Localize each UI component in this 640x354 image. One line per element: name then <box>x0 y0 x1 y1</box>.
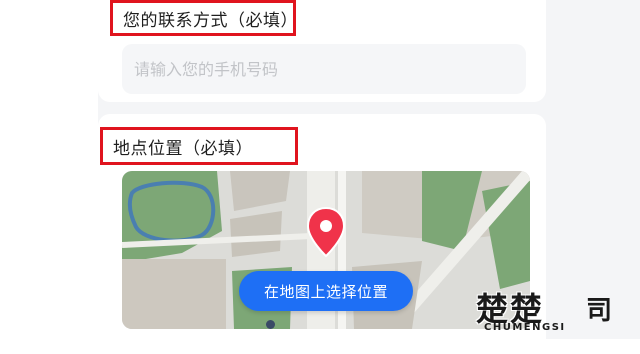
watermark-logo: 楚楚 司 CHUMENGSI <box>470 284 630 336</box>
map-handle-dot <box>266 320 275 329</box>
watermark-logo-char: 司 <box>586 296 613 326</box>
left-margin <box>0 0 98 339</box>
location-label: 地点位置（必填） <box>100 127 298 165</box>
contact-label-text: 您的联系方式（必填） <box>123 10 298 31</box>
phone-input[interactable] <box>122 44 526 94</box>
location-pin-icon <box>306 206 346 258</box>
watermark-subtitle: CHUMENGSI <box>484 322 566 333</box>
select-on-map-button[interactable]: 在地图上选择位置 <box>239 271 413 311</box>
location-label-text: 地点位置（必填） <box>113 138 253 159</box>
contact-label: 您的联系方式（必填） <box>110 0 298 36</box>
